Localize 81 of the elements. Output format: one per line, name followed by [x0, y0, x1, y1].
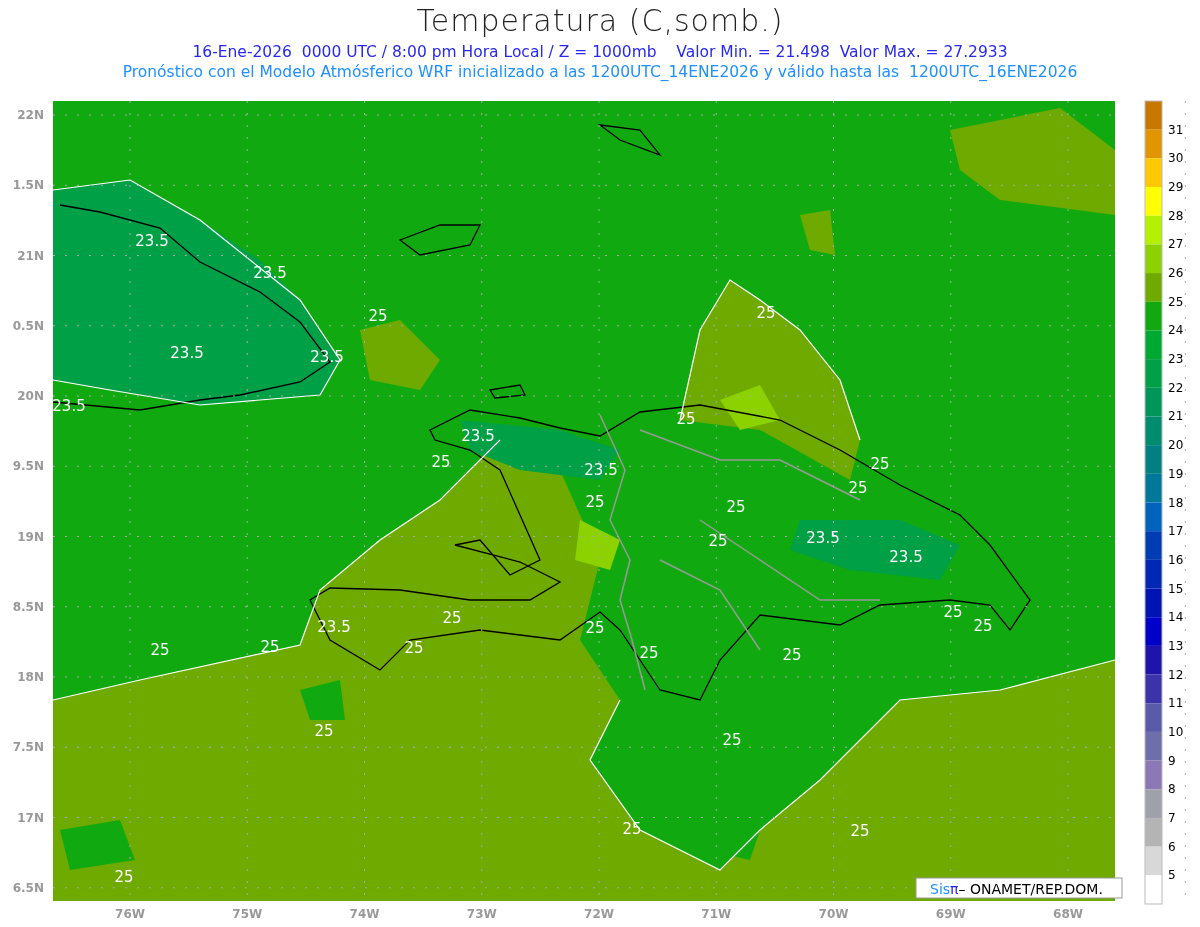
contour-label: 25	[368, 307, 388, 325]
scale-label: 30	[1168, 151, 1184, 166]
scale-label: 12	[1168, 667, 1184, 682]
scale-label: 17	[1168, 524, 1184, 539]
scale-label: 22	[1168, 380, 1184, 395]
scale-label: 15	[1168, 581, 1184, 596]
scale-label: 9	[1168, 753, 1176, 768]
latitude-label: 19N	[17, 529, 44, 544]
longitude-label: 76W	[115, 907, 145, 921]
contour-label: 23.5	[584, 461, 618, 479]
contour-label: 25	[726, 498, 746, 516]
scale-label: 29	[1168, 180, 1184, 195]
contour-label: 23.5	[170, 344, 204, 362]
contour-label: 25	[114, 868, 134, 886]
latitude-label: 17N	[17, 810, 44, 825]
longitude-label: 69W	[935, 907, 966, 921]
contour-label: 25	[622, 820, 642, 838]
credit-label: Sisπ– ONAMET/REP.DOM.	[915, 877, 1123, 899]
contour-label: 25	[722, 731, 742, 749]
scale-label: 5	[1168, 868, 1176, 883]
contour-label: 25	[850, 822, 870, 840]
scale-label: 21	[1168, 409, 1184, 424]
contour-label: 25	[676, 410, 696, 428]
scale-label: 11	[1168, 696, 1184, 711]
scale-label: 16	[1168, 552, 1184, 567]
latitude-label: 8.5N	[12, 599, 44, 614]
scale-label: 8	[1168, 782, 1176, 797]
contour-label: 23.5	[889, 548, 923, 566]
contour-label: 25	[150, 641, 170, 659]
contour-label: 25	[585, 493, 605, 511]
longitude-label: 71W	[701, 907, 732, 921]
latitude-label: 7.5N	[12, 740, 44, 755]
contour-label: 25	[404, 639, 424, 657]
scale-label: 31	[1168, 122, 1184, 137]
scale-label: 10	[1168, 724, 1184, 739]
scale-label: 7	[1168, 810, 1176, 825]
contour-label: 25	[314, 722, 334, 740]
contour-label: 25	[756, 304, 776, 322]
contour-label: 25	[260, 638, 280, 656]
forecast-description: Pronóstico con el Modelo Atmósferico WRF inicializado a las 1200UTC_14ENE2026 y válido hasta las 1200UTC_16ENE2026	[122, 62, 1078, 82]
scale-label: 18	[1168, 495, 1184, 510]
contour-label: 23.5	[806, 529, 840, 547]
scale-label: 19	[1168, 466, 1184, 481]
scale-label: 20	[1168, 438, 1184, 453]
longitude-label: 74W	[349, 907, 380, 921]
scale-label: 23	[1168, 352, 1184, 367]
contour-label: 25	[870, 455, 890, 473]
contour-label: 25	[431, 453, 451, 471]
latitude-label: 0.5N	[12, 318, 44, 333]
longitude-label: 70W	[818, 907, 849, 921]
contour-label: 23.5	[461, 427, 495, 445]
latitude-label: 6.5N	[12, 880, 44, 895]
latitude-label: 1.5N	[12, 178, 44, 193]
longitude-label: 72W	[584, 907, 614, 921]
latitude-label: 9.5N	[12, 459, 44, 474]
scale-label: 28	[1168, 208, 1184, 223]
contour-label: 23.5	[135, 232, 169, 250]
scale-label: 25	[1168, 294, 1184, 309]
latitude-label: 21N	[17, 248, 44, 263]
longitude-label: 75W	[232, 907, 263, 921]
chart-subtitle: 16-Ene-2026 0000 UTC / 8:00 pm Hora Local / Z = 1000mb Valor Min. = 21.498 Valor Max. = 27.2933	[192, 42, 1008, 62]
scale-label: 13	[1168, 638, 1184, 653]
contour-label: 25	[585, 619, 605, 637]
scale-label: 27	[1168, 237, 1184, 252]
contour-label: 25	[442, 609, 462, 627]
contour-label: 25	[973, 617, 993, 635]
contour-label: 25	[708, 532, 728, 550]
contour-label: 25	[943, 603, 963, 621]
scale-label: 26	[1168, 266, 1184, 281]
scale-label: 6	[1168, 839, 1176, 854]
contour-label: 25	[848, 479, 868, 497]
chart-title: Temperatura (C,somb.)	[416, 2, 784, 40]
longitude-label: 68W	[1053, 907, 1083, 921]
longitude-label: 73W	[466, 907, 497, 921]
latitude-label: 22N	[17, 108, 44, 122]
latitude-label: 18N	[17, 670, 44, 684]
scale-label: 24	[1168, 323, 1184, 338]
latitude-label: 20N	[17, 389, 44, 403]
scale-label: 14	[1168, 610, 1184, 625]
contour-label: 25	[782, 646, 802, 664]
contour-label: 25	[639, 644, 659, 662]
